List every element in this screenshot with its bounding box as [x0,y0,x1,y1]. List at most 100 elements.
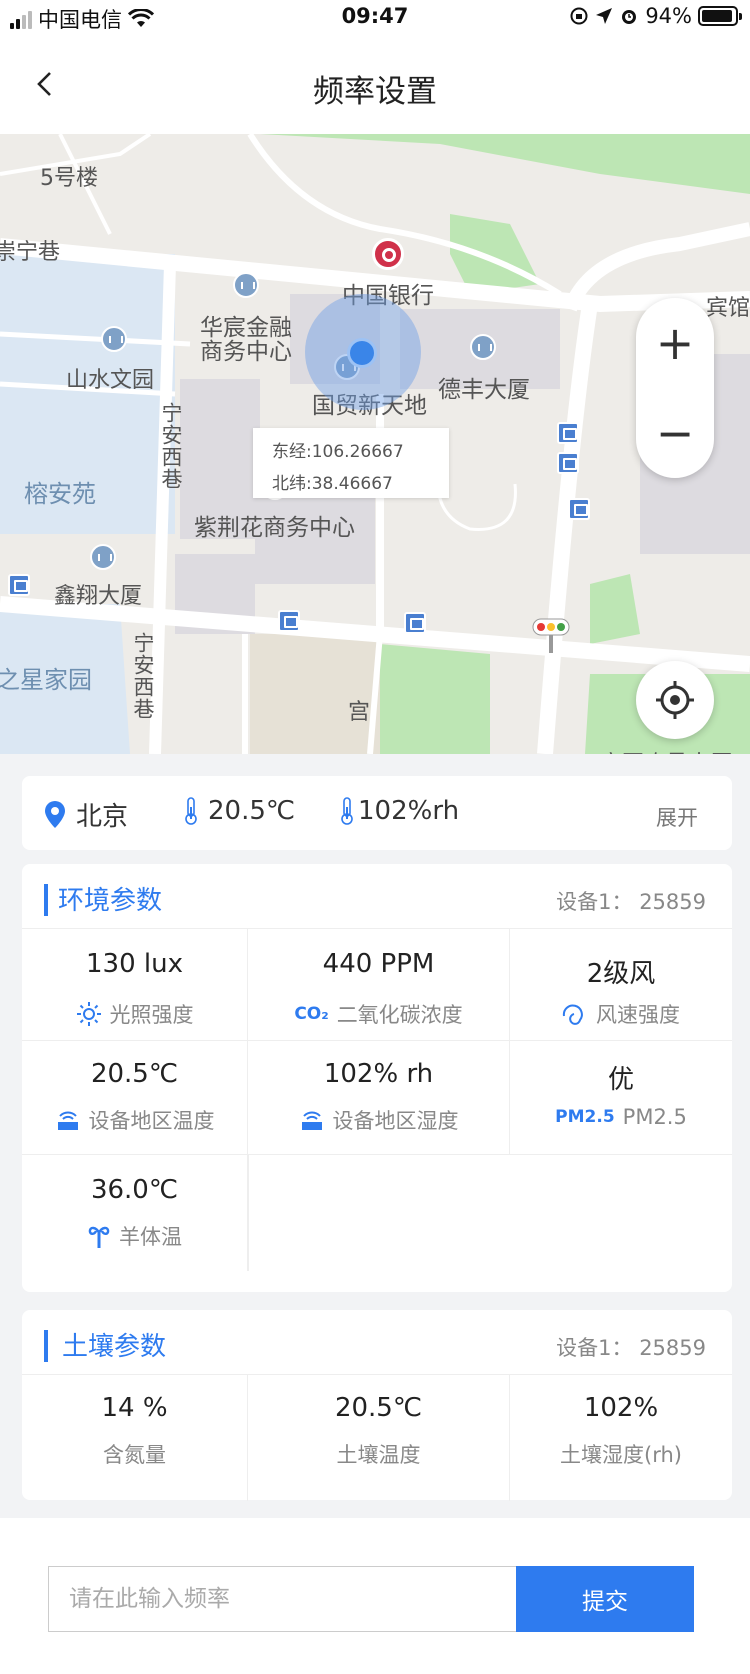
office-poi-icon [233,272,259,298]
thermometer-icon [341,797,353,825]
metric-label: 设备地区温度 [88,1109,215,1133]
map-label: 之星家园 [0,666,92,694]
zoom-out-button[interactable]: − [636,388,714,478]
locate-button[interactable] [636,661,714,739]
bus-stop-icon [557,452,579,474]
metric-label-row: 风速强度 [510,999,732,1029]
device-signal-icon [57,1111,78,1130]
weather-card: 北京 20.5℃ 102%rh 展开 [22,776,732,850]
metric-value: 130 lux [86,949,183,979]
card-header: 环境参数 设备1： 25859 [22,864,732,928]
wind-icon [562,1004,583,1025]
metric-cell: 20.5℃ 土壤温度 [248,1375,510,1501]
coordinate-popup: 东经:106.26667 北纬:38.46667 [253,428,449,498]
zoom-in-button[interactable]: + [636,298,714,388]
map-view[interactable]: 5号楼 崇宁巷 中国银行 华宸金融 商务中心 山水文园 德丰大厦 国贸新天地 宁… [0,134,750,754]
humidity-info: 102%rh [340,796,459,826]
map-label: 5号楼 [40,166,98,191]
sheep-icon [88,1226,110,1248]
office-poi-icon [90,544,116,570]
env-grid: 130 lux 光照强度 440 PPM CO₂ 二氧化碳浓度 2级风 风速强度… [22,928,732,1271]
bus-stop-icon [8,574,30,596]
map-label: 商务中心 [200,339,292,365]
temperature-info: 20.5℃ [184,796,295,826]
map-label: 紫荆花商务中心 [194,515,355,541]
map-pin-icon [45,800,65,828]
battery-icon [698,6,742,26]
rotation-lock-icon [570,7,588,25]
metric-label: 风速强度 [596,1003,680,1027]
soil-card: 土壤参数 设备1： 25859 14 % 含氮量 20.5℃ 土壤温度 102%… [22,1310,732,1501]
environment-card: 环境参数 设备1： 25859 130 lux 光照强度 440 PPM CO₂… [22,864,732,1292]
metric-label-row: 设备地区湿度 [248,1105,509,1135]
alarm-icon [622,10,637,24]
device-id: 设备1： 25859 [556,1336,706,1360]
expand-button[interactable]: 展开 [656,802,698,832]
metric-label: 羊体温 [119,1225,182,1249]
metric-value: 2级风 [586,959,656,989]
humidity-value: 102%rh [358,796,460,826]
frequency-input[interactable] [48,1566,518,1632]
device-signal-icon [301,1111,322,1130]
zoom-control: + − [636,298,714,478]
metric-value: 440 PPM [322,949,435,979]
nav-bar: 频率设置 [0,36,750,134]
metric-cell: 36.0℃ 羊体温 [22,1155,248,1271]
section-title: 环境参数 [58,886,163,916]
sun-icon [76,1002,101,1026]
metric-cell: 优 PM2.5 PM2.5 [510,1041,732,1155]
office-poi-icon [470,334,496,360]
thermometer-icon [185,797,197,825]
latitude-text: 北纬:38.46667 [272,474,393,494]
longitude-text: 东经:106.26667 [272,442,404,462]
metric-value: 102% rh [323,1059,434,1089]
device-id: 设备1： 25859 [556,890,706,914]
battery-percent: 94% [645,4,692,28]
section-title: 土壤参数 [62,1332,167,1362]
metric-value: 20.5℃ [334,1393,423,1423]
bus-stop-icon [278,610,300,632]
co2-icon: CO₂ [294,1004,329,1024]
metric-label-row: CO₂ 二氧化碳浓度 [248,999,509,1029]
metric-value: 14 % [101,1393,168,1423]
metric-cell: 20.5℃ 设备地区温度 [22,1041,248,1155]
metric-label: 二氧化碳浓度 [336,1003,463,1027]
bus-stop-icon [568,498,590,520]
location-arrow-icon [596,8,613,24]
status-right: 94% [569,4,742,28]
map-label: 崇宁巷 [0,240,61,265]
metric-label: 土壤湿度(rh) [560,1443,682,1467]
metric-cell: 2级风 风速强度 [510,929,732,1041]
frequency-form: 提交 [0,1518,750,1674]
bank-icon [372,238,404,270]
map-label: 山水文园 [66,368,155,393]
page-title: 频率设置 [313,74,437,110]
metric-label-row: 羊体温 [22,1221,247,1251]
map-label: 宁安西巷 [131,632,155,720]
metric-label: PM2.5 [622,1105,687,1129]
current-location-marker [347,338,377,368]
map-label: 宁安西巷 [159,402,183,490]
metric-label-row: 光照强度 [22,999,247,1029]
metric-cell: 102% 土壤湿度(rh) [510,1375,732,1501]
status-bar: 中国电信 09:47 94% [0,0,750,36]
metric-label-row: PM2.5 PM2.5 [510,1105,732,1129]
map-label: 榕安苑 [24,480,96,508]
metric-value: 102% [583,1393,659,1423]
map-label: 鑫翔大厦 [54,584,143,609]
traffic-light-icon [532,618,570,653]
metric-label-row: 设备地区温度 [22,1105,247,1135]
metric-value: 36.0℃ [90,1175,179,1205]
pm25-icon: PM2.5 [555,1107,615,1127]
park-poi-icon [101,326,127,352]
metric-value: 优 [607,1065,634,1095]
bus-stop-icon [557,422,579,444]
metric-cell: 102% rh 设备地区湿度 [248,1041,510,1155]
location-info: 北京 [44,796,128,833]
map-label: 宫 [348,700,371,725]
accent-bar [44,884,48,916]
soil-grid: 14 % 含氮量 20.5℃ 土壤温度 102% 土壤湿度(rh) [22,1374,732,1501]
submit-button[interactable]: 提交 [516,1566,694,1632]
temperature-value: 20.5℃ [208,796,296,826]
metric-label: 含氮量 [103,1443,166,1467]
